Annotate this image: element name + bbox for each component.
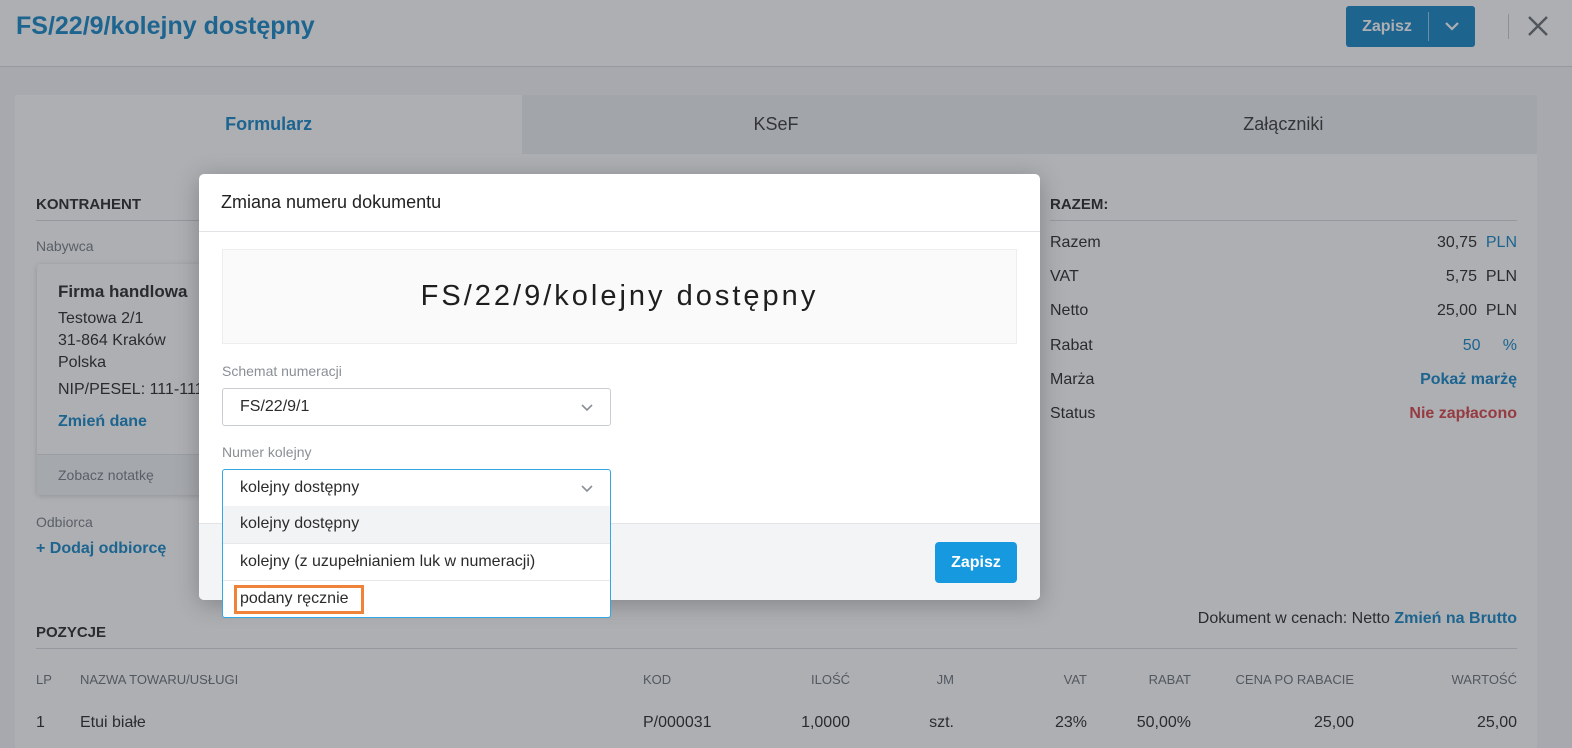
dialog-save-button[interactable]: Zapisz [935,542,1017,583]
number-preview: FS/22/9/kolejny dostępny [222,249,1017,344]
dropdown-option-manual[interactable]: podany ręcznie [223,580,610,617]
scheme-label: Schemat numeracji [222,363,342,379]
scheme-select-value: FS/22/9/1 [240,398,310,415]
dropdown-option-next-fill-gaps[interactable]: kolejny (z uzupełnianiem luk w numeracji… [223,543,610,580]
number-dropdown-list: kolejny dostępny kolejny (z uzupełnianie… [222,506,611,618]
chevron-down-icon [581,404,593,412]
dropdown-option-next-available[interactable]: kolejny dostępny [223,506,610,543]
dialog-title: Zmiana numeru dokumentu [221,192,442,212]
divider [199,231,1040,232]
option-label: kolejny dostępny [240,515,360,532]
number-select-value: kolejny dostępny [240,479,360,496]
chevron-down-icon [581,485,593,493]
option-label: podany ręcznie [240,590,349,607]
number-select[interactable]: kolejny dostępny [222,469,611,507]
scheme-select[interactable]: FS/22/9/1 [222,388,611,426]
option-label: kolejny (z uzupełnianiem luk w numeracji… [240,553,536,570]
number-label: Numer kolejny [222,444,312,460]
